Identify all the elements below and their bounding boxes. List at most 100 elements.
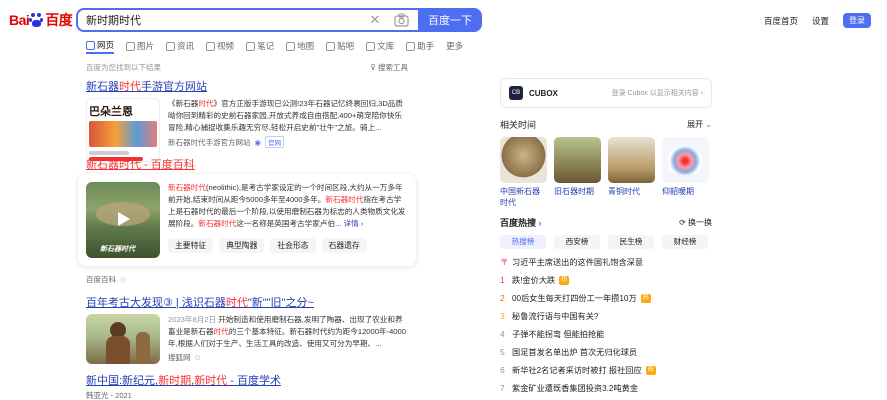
- logo-text-bai: Bai: [9, 12, 30, 28]
- related-header: 相关时间 展开 ⌄: [500, 118, 712, 131]
- result-thumbnail[interactable]: [86, 314, 160, 364]
- result-thumbnail[interactable]: 巴朵兰恩: [86, 98, 160, 162]
- tab-wenku[interactable]: 文库: [366, 38, 394, 54]
- tab-video[interactable]: 视频: [206, 38, 234, 54]
- baike-more-link[interactable]: 详情 ›: [344, 219, 364, 228]
- tab-map[interactable]: 地图: [286, 38, 314, 54]
- related-item[interactable]: 旧石器时期: [554, 137, 601, 208]
- camera-icon[interactable]: [394, 13, 409, 27]
- hot-tab[interactable]: 民生榜: [608, 235, 654, 249]
- related-title: 相关时间: [500, 120, 537, 130]
- cubox-card[interactable]: CB CUBOX 登录 Cubox 以显示相关内容 ›: [500, 78, 712, 108]
- related-item[interactable]: 青铜时代: [608, 137, 655, 208]
- related-list: 中国新石器时代 旧石器时期 青铜时代 仰韶暖期: [500, 137, 712, 208]
- hot-list: 〒习近平主席送出的这件国礼饱含深意 1 跌!金价大跌热 2 00后女生每天打四份工一…: [500, 253, 712, 397]
- hot-search-title: 百度热搜 ›: [500, 218, 542, 228]
- found-text: 百度为您找到以下结果: [86, 63, 161, 72]
- hot-item[interactable]: 1 跌!金价大跌热: [500, 271, 712, 289]
- result-source[interactable]: 搜狐网 ⊙: [168, 352, 408, 363]
- pin-icon: 〒: [500, 257, 509, 267]
- result-source[interactable]: 百度百科 ⊙: [86, 274, 126, 285]
- official-badge: 官网: [265, 136, 285, 148]
- image-icon: [126, 41, 136, 51]
- hot-item[interactable]: 〒习近平主席送出的这件国礼饱含深意: [500, 253, 712, 271]
- hot-tab[interactable]: 西安榜: [554, 235, 600, 249]
- tab-images[interactable]: 图片: [126, 38, 154, 54]
- result-source: 韩亚光 - 2021: [86, 391, 132, 400]
- baike-tag[interactable]: 主要特征: [168, 238, 214, 253]
- baike-video-thumbnail[interactable]: 新石器时代: [86, 182, 160, 258]
- map-icon: [286, 41, 296, 51]
- settings-link[interactable]: 设置: [812, 15, 829, 27]
- news-icon: [166, 41, 176, 51]
- baike-tag[interactable]: 石器遗存: [321, 238, 367, 253]
- play-icon[interactable]: [118, 212, 130, 226]
- hot-tab[interactable]: 热搜榜: [500, 235, 546, 249]
- result-source[interactable]: 新石器时代手游官方网站 ◉ 官网: [168, 136, 408, 148]
- refresh-button[interactable]: ⟳ 换一换: [679, 217, 712, 228]
- refresh-icon: ⟳: [679, 218, 686, 227]
- tab-news[interactable]: 资讯: [166, 38, 194, 54]
- hot-tabs: 热搜榜 西安榜 民生榜 财经榜: [500, 235, 712, 249]
- header: Bai 百度 ✕ 百度一下 百度首页 设置 登录: [0, 0, 887, 36]
- hot-badge: 热: [645, 365, 656, 375]
- info-icon: ⊙: [194, 353, 201, 362]
- result-snippet: 2023年8月2日 开始制造和使用磨制石器,发明了陶器、出现了农业和养畜业是新石…: [168, 315, 406, 348]
- related-item[interactable]: 中国新石器时代: [500, 137, 547, 208]
- video-icon: [206, 41, 216, 51]
- logo-text-baidu: 百度: [45, 12, 73, 28]
- hot-item[interactable]: 7 紫金矿业遭既香集团投资3.2吨黄金: [500, 379, 712, 397]
- tab-web[interactable]: 网页: [86, 38, 115, 54]
- baike-card: 新石器时代 新石器时代(neolithic),是考古学家设定的一个时间区段,大约…: [78, 174, 416, 266]
- baike-snippet: 新石器时代(neolithic),是考古学家设定的一个时间区段,大约从一万多年前…: [168, 183, 406, 228]
- tieba-icon: [326, 41, 336, 51]
- search-result: 新中国:新纪元,新时期,新时代 - 百度学术 韩亚光 - 2021: [86, 372, 281, 400]
- clear-icon[interactable]: ✕: [368, 13, 382, 27]
- hot-search-header: 百度热搜 › ⟳ 换一换: [500, 216, 712, 229]
- result-count-bar: 百度为您找到以下结果 ⊽ 搜索工具: [86, 62, 408, 73]
- tab-tieba[interactable]: 贴吧: [326, 38, 354, 54]
- verified-icon: ◉: [254, 137, 262, 147]
- baidu-logo[interactable]: Bai 百度: [9, 10, 73, 30]
- hot-item[interactable]: 2 00后女生每天打四份工一年攒10万热: [500, 289, 712, 307]
- search-tools-button[interactable]: ⊽ 搜索工具: [370, 62, 408, 73]
- hot-badge: 热: [640, 293, 651, 303]
- search-button[interactable]: 百度一下: [418, 8, 482, 32]
- search-result: 新石器时代 - 百度百科: [86, 156, 195, 172]
- right-sidebar: CB CUBOX 登录 Cubox 以显示相关内容 › 相关时间 展开 ⌄ 中国…: [500, 78, 712, 397]
- cubox-login-link[interactable]: 登录 Cubox 以显示相关内容 ›: [612, 88, 703, 98]
- info-icon: ⊙: [120, 275, 127, 284]
- tab-more[interactable]: 更多: [446, 38, 463, 54]
- search-result: 百年考古大发现③ | 浅识石器时代"新""旧"之分~ 2023年8月2日 开始制…: [86, 294, 408, 364]
- filter-icon: ⊽: [370, 63, 376, 72]
- result-title-link[interactable]: 新中国:新纪元,新时期,新时代 - 百度学术: [86, 375, 281, 387]
- related-item[interactable]: 仰韶暖期: [662, 137, 709, 208]
- search-tabs: 网页 图片 资讯 视频 笔记 地图 贴吧 文库 助手 更多: [86, 38, 463, 56]
- chevron-down-icon: ⌄: [705, 120, 712, 129]
- hot-badge: 热: [559, 275, 570, 285]
- hot-item[interactable]: 6 新华社2名记者采访时被打 报社回应热: [500, 361, 712, 379]
- expand-button[interactable]: 展开 ⌄: [687, 119, 712, 130]
- hot-item[interactable]: 3 秘鲁流行语与中国有关?: [500, 307, 712, 325]
- web-icon: [86, 40, 95, 50]
- result-title-link[interactable]: 新石器时代 - 百度百科: [86, 159, 195, 171]
- baike-tag[interactable]: 典型陶器: [219, 238, 265, 253]
- baike-tag[interactable]: 社会形态: [270, 238, 316, 253]
- paw-icon: [29, 13, 45, 27]
- baidu-home-link[interactable]: 百度首页: [764, 15, 798, 27]
- baike-tags: 主要特征 典型陶器 社会形态 石器遗存: [168, 238, 367, 253]
- result-snippet: 《新石器时代》官方正版手游现已公测!23年石器记忆终裹回归,3D品质呦你回到精彩…: [168, 99, 403, 132]
- top-links: 百度首页 设置 登录: [764, 13, 871, 28]
- tab-assistant[interactable]: 助手: [406, 38, 434, 54]
- cubox-logo-icon: CB: [509, 86, 523, 100]
- hot-item[interactable]: 4 子弹不能拐弯 但能拍抢能: [500, 325, 712, 343]
- wenku-icon: [366, 41, 376, 51]
- hot-tab[interactable]: 财经榜: [662, 235, 708, 249]
- login-button[interactable]: 登录: [843, 13, 871, 28]
- hot-item[interactable]: 5 国足首发名单出炉 首次无归化球员: [500, 343, 712, 361]
- result-title-link[interactable]: 百年考古大发现③ | 浅识石器时代"新""旧"之分~: [86, 297, 314, 309]
- tab-notes[interactable]: 笔记: [246, 38, 274, 54]
- search-box: ✕: [76, 8, 418, 32]
- search-input[interactable]: [86, 10, 356, 30]
- result-title-link[interactable]: 新石器时代手游官方网站: [86, 81, 207, 93]
